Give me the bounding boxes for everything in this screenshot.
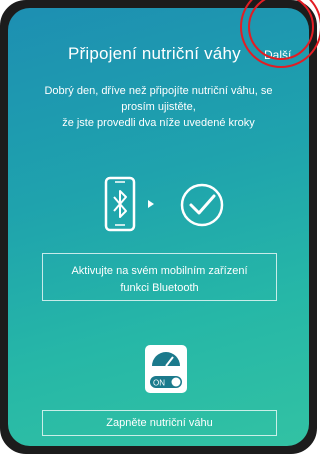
switch-on-label: ON [153, 379, 165, 388]
intro-line-3: že jste provedli dva níže uvedené kroky [62, 117, 255, 129]
intro-text: Dobrý den, dříve než připojíte nutriční … [22, 83, 295, 131]
page-title: Připojení nutriční váhy [68, 44, 241, 63]
phone-frame: Připojení nutriční váhy Další Dobrý den,… [0, 0, 317, 454]
title-bar: Připojení nutriční váhy Další [8, 42, 309, 68]
next-button[interactable]: Další [264, 48, 291, 62]
connect-scale-screen: Připojení nutriční váhy Další Dobrý den,… [8, 8, 309, 446]
bluetooth-step-line-2: funkci Bluetooth [120, 282, 199, 294]
scale-step-box: Zapněte nutriční váhu [42, 410, 277, 436]
intro-line-2: prosím ujistěte, [121, 101, 196, 113]
bluetooth-step-line-1: Aktivujte na svém mobilním zařízení [71, 265, 248, 277]
scale-icon: ON [145, 345, 187, 393]
arrow-right-icon [148, 200, 154, 208]
intro-line-1: Dobrý den, dříve než připojíte nutriční … [44, 85, 273, 97]
bluetooth-icon [113, 190, 127, 218]
check-circle-icon [180, 183, 224, 227]
bluetooth-illustration [104, 176, 224, 232]
bluetooth-step-box: Aktivujte na svém mobilním zařízení funk… [42, 253, 277, 301]
